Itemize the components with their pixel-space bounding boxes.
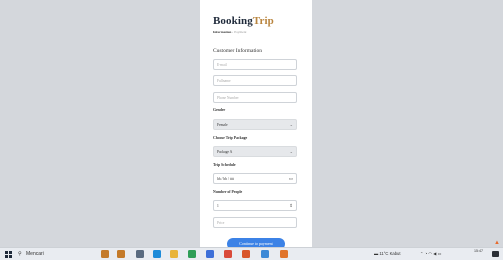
chevron-down-icon: ⌄: [289, 122, 293, 127]
file-explorer-icon[interactable]: [170, 250, 178, 258]
weather-label: 11°C Kabut: [379, 251, 401, 256]
volume-icon[interactable]: ◀: [433, 251, 436, 256]
wifi-icon[interactable]: ◠: [428, 251, 432, 256]
office-icon[interactable]: [242, 250, 250, 258]
breadcrumb: Information › Payment: [213, 30, 246, 34]
chrome-icon[interactable]: [188, 250, 196, 258]
chevron-down-icon: ⌄: [289, 149, 293, 154]
email-field[interactable]: E-mail: [213, 59, 297, 70]
windows-start-icon[interactable]: [5, 251, 12, 258]
taskbar: ⚲ Mencari ▬ 11°C Kabut ⌃ ◔ ◠ ◀ ▭ 15:47: [0, 247, 503, 260]
task-view-icon[interactable]: [136, 250, 144, 258]
search-label: Mencari: [26, 251, 44, 257]
chevron-up-icon[interactable]: ⌃: [420, 251, 424, 256]
schedule-value: hh / bb / tttt: [217, 177, 234, 181]
phone-field[interactable]: Phone Number: [213, 92, 297, 103]
gender-label: Gender: [213, 108, 226, 112]
network-icon[interactable]: ◔: [425, 251, 428, 256]
booking-panel: BookingTrip Information › Payment Custom…: [200, 0, 312, 247]
fullname-field[interactable]: Fullname: [213, 75, 297, 86]
gender-value: Female: [217, 123, 228, 127]
breadcrumb-information[interactable]: Information: [213, 30, 231, 34]
package-label: Choose Trip Package: [213, 136, 248, 140]
gmail-icon[interactable]: [224, 250, 232, 258]
brand-name-part2: Trip: [252, 15, 274, 27]
people-stepper[interactable]: 1 ⇕: [213, 200, 297, 211]
gender-select[interactable]: Female ⌄: [213, 119, 297, 130]
clock[interactable]: 15:47: [474, 249, 483, 253]
people-label: Number of People: [213, 190, 243, 194]
weather-icon: ▬: [374, 251, 379, 256]
people-value: 1: [217, 204, 219, 208]
system-tray[interactable]: ⌃ ◔ ◠ ◀ ▭: [420, 250, 442, 258]
taskbar-search[interactable]: ⚲ Mencari: [17, 250, 96, 258]
edge-icon[interactable]: [153, 250, 161, 258]
calendar-icon[interactable]: ▭: [289, 174, 293, 183]
schedule-label: Trip Schedule: [213, 163, 236, 167]
continue-to-payment-button[interactable]: Continue to payment: [227, 238, 285, 247]
brand-name-part1: Booking: [213, 15, 253, 27]
people-icon[interactable]: [101, 250, 109, 258]
section-title: Customer Information: [213, 48, 263, 54]
people-icon[interactable]: [117, 250, 125, 258]
package-value: Package A: [217, 150, 233, 154]
stepper-arrows-icon[interactable]: ⇕: [289, 201, 293, 210]
xampp-tray-icon[interactable]: ▲: [494, 240, 500, 246]
xampp-icon[interactable]: [280, 250, 288, 258]
breadcrumb-payment[interactable]: Payment: [234, 30, 246, 34]
weather-widget[interactable]: ▬ 11°C Kabut: [374, 250, 401, 258]
price-field[interactable]: Price: [213, 217, 297, 228]
package-select[interactable]: Package A ⌄: [213, 146, 297, 157]
search-icon: ⚲: [18, 251, 22, 257]
schedule-date-input[interactable]: hh / bb / tttt ▭: [213, 173, 297, 184]
notification-icon[interactable]: [492, 251, 499, 257]
photos-icon[interactable]: [261, 250, 269, 258]
brand-logo: BookingTrip: [213, 15, 274, 27]
store-icon[interactable]: [206, 250, 214, 258]
battery-icon[interactable]: ▭: [438, 251, 442, 256]
